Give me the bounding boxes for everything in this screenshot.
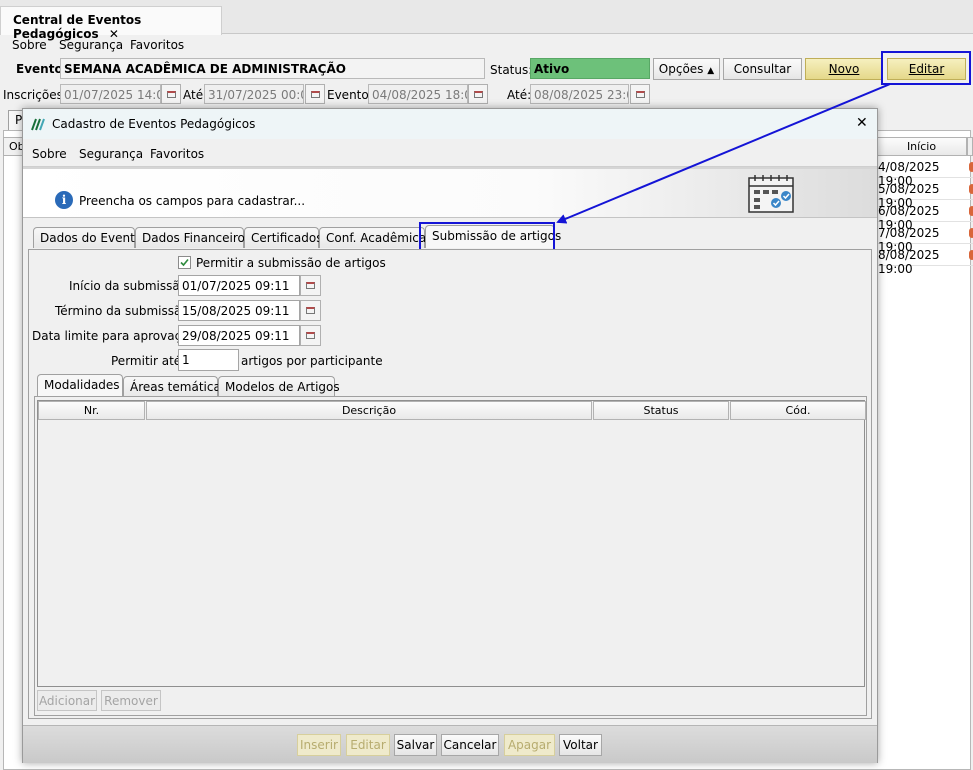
termino-submissao-label: Término da submissão: [55,304,193,318]
cancelar-button[interactable]: Cancelar [441,734,499,756]
col-header-descricao[interactable]: Descrição [146,401,592,420]
sub-tabs: Modalidades Áreas temáticas Modelos de A… [33,374,869,398]
editar-footer-button[interactable]: Editar [346,734,390,756]
inicio-column-header[interactable]: Início [876,137,967,156]
evento-field[interactable]: SEMANA ACADÊMICA DE ADMINISTRAÇÃO [60,58,485,79]
status-label: Status: [490,63,533,77]
voltar-button[interactable]: Voltar [559,734,602,756]
inscricoes-inicio-field[interactable]: 01/07/2025 14:01 [60,84,161,104]
modalidades-panel: Nr. Descrição Status Cód. Adicionar Remo… [34,396,867,716]
dialog-title-bar: Cadastro de Eventos Pedagógicos ✕ [23,109,877,139]
info-icon: i [55,191,73,209]
tab-dados-financeiros[interactable]: Dados Financeiros [135,227,251,248]
dialog-title: Cadastro de Eventos Pedagógicos [52,117,256,131]
table-row[interactable]: 6/08/2025 19:00 [876,200,973,232]
subtab-modalidades[interactable]: Modalidades [37,374,123,397]
col-header-nr[interactable]: Nr. [38,401,145,420]
calendar-icon[interactable] [630,84,650,104]
artigos-suffix-label: artigos por participante [241,354,383,368]
dialog-menu-seguranca[interactable]: Segurança [79,147,143,161]
menu-favoritos[interactable]: Favoritos [130,38,184,52]
menu-seguranca[interactable]: Segurança [59,38,123,52]
editar-highlight-box [881,51,971,85]
inicio-submissao-label: Início da submissão: [69,279,192,293]
inicio-submissao-field[interactable]: 01/07/2025 09:11 [178,275,300,296]
permitir-ate-label: Permitir até: [111,354,186,368]
evento-fim-field[interactable]: 08/08/2025 23:00 [530,84,629,104]
data-limite-field[interactable]: 29/08/2025 09:11 [178,325,300,346]
dialog-menu-sobre[interactable]: Sobre [32,147,67,161]
bg-col-header-edge [967,137,973,156]
calendar-check-icon [748,175,794,213]
inicio-cell: 8/08/2025 19:00 [878,248,940,276]
novo-label: Novo [828,62,860,76]
permitir-submissao-checkbox[interactable] [178,256,191,269]
table-row[interactable]: 4/08/2025 19:00 [876,156,973,188]
termino-submissao-field[interactable]: 15/08/2025 09:11 [178,300,300,321]
dialog-footer: Inserir Editar Salvar Cancelar Apagar Vo… [23,725,877,763]
modalidades-table: Nr. Descrição Status Cód. [37,400,866,687]
calendar-icon[interactable] [161,84,181,104]
bg-status-dots [966,160,973,264]
opcoes-label: Opções [658,62,704,76]
caret-up-icon: ▲ [707,66,715,76]
app-logo-icon [31,118,45,131]
subtab-areas-tematicas[interactable]: Áreas temáticas [123,376,227,397]
cadastro-dialog: Cadastro de Eventos Pedagógicos ✕ Sobre … [22,108,878,763]
permitir-ate-field[interactable]: 1 [178,349,239,371]
calendar-icon[interactable] [300,275,321,296]
novo-button[interactable]: Novo [805,58,883,80]
dialog-menu-favoritos[interactable]: Favoritos [150,147,204,161]
tab-conf-academicas[interactable]: Conf. Acadêmicas [319,227,432,248]
consultar-button[interactable]: Consultar [723,58,802,80]
close-icon[interactable]: ✕ [856,115,868,131]
data-limite-label: Data limite para aprovação: [32,329,200,343]
adicionar-button[interactable]: Adicionar [37,690,97,711]
evento-inicio-label: Evento: [327,88,373,102]
opcoes-button[interactable]: Opções ▲ [653,58,720,80]
main-menubar: Sobre Segurança Favoritos [0,35,973,55]
calendar-icon[interactable] [305,84,325,104]
check-icon [180,258,189,267]
col-header-cod[interactable]: Cód. [730,401,866,420]
evento-ate-label: Até: [507,88,532,102]
table-row[interactable]: 5/08/2025 19:00 [876,178,973,210]
remover-button[interactable]: Remover [101,690,161,711]
subtab-modelos-de-artigos[interactable]: Modelos de Artigos [218,376,340,397]
inserir-button[interactable]: Inserir [297,734,341,756]
table-row[interactable]: 7/08/2025 19:00 [876,222,973,254]
main-tab[interactable]: Central de Eventos Pedagógicos ✕ [0,6,222,41]
inscricoes-fim-field[interactable]: 31/07/2025 00:00 [204,84,304,104]
tab-certificados[interactable]: Certificados [244,227,322,248]
table-row[interactable]: 8/08/2025 19:00 [876,244,973,276]
salvar-button[interactable]: Salvar [394,734,437,756]
evento-inicio-field[interactable]: 04/08/2025 18:00 [368,84,468,104]
inicio-rows: 4/08/2025 19:00 5/08/2025 19:00 6/08/202… [876,156,973,276]
submissao-panel: Permitir a submissão de artigos Início d… [28,249,872,719]
apagar-button[interactable]: Apagar [504,734,555,756]
permitir-submissao-label: Permitir a submissão de artigos [196,256,386,270]
dialog-menubar: Sobre Segurança Favoritos [23,139,877,167]
menu-sobre[interactable]: Sobre [12,38,47,52]
info-banner: i Preencha os campos para cadastrar... [23,169,877,218]
tab-dados-do-evento[interactable]: Dados do Evento [33,227,142,248]
info-text: Preencha os campos para cadastrar... [79,194,306,208]
status-field: Ativo [530,58,650,79]
calendar-icon[interactable] [468,84,488,104]
inscricoes-label: Inscrições: [3,88,67,102]
col-header-status[interactable]: Status [593,401,729,420]
calendar-icon[interactable] [300,325,321,346]
calendar-icon[interactable] [300,300,321,321]
